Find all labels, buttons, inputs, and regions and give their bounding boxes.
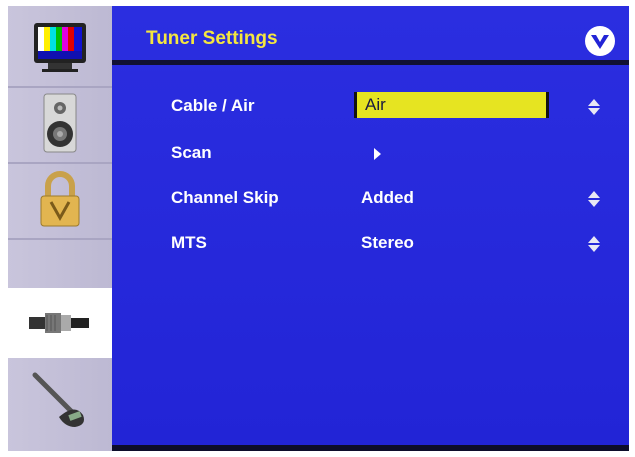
title-divider bbox=[112, 60, 629, 65]
channel-skip-value[interactable]: Added bbox=[361, 188, 414, 208]
coax-cable-icon bbox=[29, 313, 89, 333]
tv-color-bars-icon bbox=[34, 23, 86, 72]
sidebar-divider bbox=[8, 238, 112, 240]
wrench-icon bbox=[32, 372, 84, 427]
bottom-divider bbox=[112, 445, 629, 451]
setting-row-mts[interactable]: MTS Stereo bbox=[112, 229, 629, 259]
setting-row-cable-air[interactable]: Cable / Air Air bbox=[112, 92, 629, 122]
up-down-arrows-icon[interactable] bbox=[587, 190, 601, 208]
tuner-settings-panel: Tuner Settings Cable / Air Air Scan Chan… bbox=[112, 6, 629, 451]
mts-value[interactable]: Stereo bbox=[361, 233, 414, 253]
vizio-v-logo-icon bbox=[585, 26, 615, 56]
speaker-icon bbox=[43, 93, 77, 153]
category-sidebar bbox=[8, 6, 112, 451]
setting-label: MTS bbox=[171, 233, 207, 252]
cable-air-value[interactable]: Air bbox=[354, 92, 549, 118]
sidebar-item-picture[interactable] bbox=[8, 12, 112, 82]
setting-row-channel-skip[interactable]: Channel Skip Added bbox=[112, 184, 629, 214]
up-down-arrows-icon[interactable] bbox=[587, 98, 601, 116]
sidebar-item-tuner[interactable] bbox=[8, 288, 112, 358]
padlock-icon bbox=[40, 171, 80, 227]
setting-label: Scan bbox=[171, 143, 212, 162]
sidebar-item-setup[interactable] bbox=[8, 364, 112, 434]
setting-row-scan[interactable]: Scan bbox=[112, 139, 629, 169]
play-arrow-icon[interactable] bbox=[374, 148, 381, 160]
sidebar-item-audio[interactable] bbox=[8, 88, 112, 158]
up-down-arrows-icon[interactable] bbox=[587, 235, 601, 253]
setting-label: Channel Skip bbox=[171, 188, 279, 207]
page-title: Tuner Settings bbox=[146, 28, 278, 49]
setting-label: Cable / Air bbox=[171, 96, 255, 115]
sidebar-item-parental[interactable] bbox=[8, 164, 112, 234]
